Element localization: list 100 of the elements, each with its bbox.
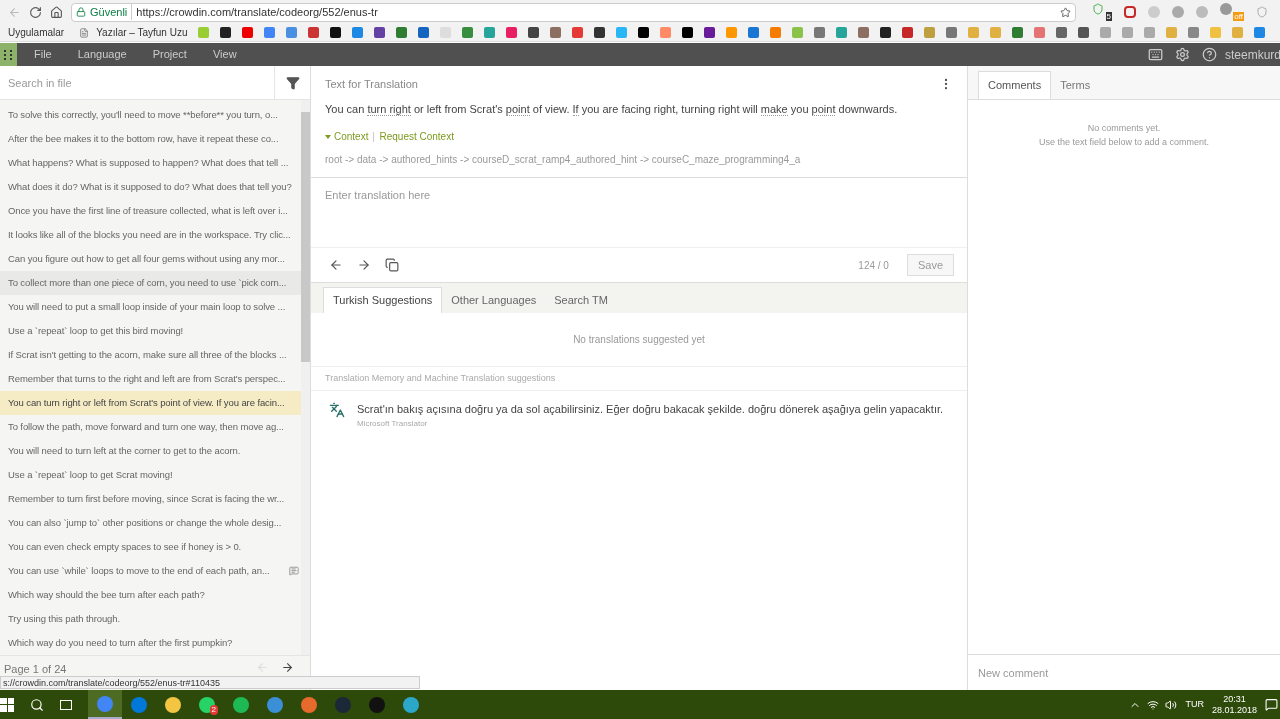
string-text: You will need to turn left at the corner to get to the acorn. <box>8 443 242 458</box>
date-text: 28.01.2018 <box>1211 704 1257 716</box>
string-list-item[interactable]: It looks like all of the blocks you need are in the workspace. Try clic... <box>0 223 301 247</box>
suggestion-row[interactable]: Scrat'ın bakış açısına doğru ya da sol açabilirsiniz. Eğer doğru bakacak şekilde. doğru dönerek aşağıya gelin yapacaktır. Microsoft Translator <box>311 391 967 430</box>
string-list-item[interactable]: After the bee makes it to the bottom row, have it repeat these co... <box>0 127 301 151</box>
page-icon <box>79 27 90 38</box>
bookmark-icon[interactable] <box>704 27 716 38</box>
copy-source-icon[interactable] <box>385 258 399 272</box>
string-list-item[interactable]: Try using this path through. <box>0 607 301 631</box>
bookmark-icon[interactable] <box>374 27 386 38</box>
string-list-item[interactable]: What does it do? What is it supposed to do? What does that tell you? <box>0 175 301 199</box>
scrollbar[interactable] <box>301 100 310 655</box>
language-indicator[interactable]: TUR <box>1185 697 1204 712</box>
string-list-item[interactable]: You can turn right or left from Scrat's point of view. If you are facin... <box>0 391 301 415</box>
keyboard-icon[interactable] <box>1148 47 1163 62</box>
string-list-item[interactable]: What happens? What is supposed to happen? What does that tell ... <box>0 151 301 175</box>
string-list-item[interactable]: Remember to turn first before moving, since Scrat is facing the wr... <box>0 487 301 511</box>
string-text: What happens? What is supposed to happen? What does that tell ... <box>8 155 290 170</box>
translation-field[interactable]: Enter translation here <box>311 178 967 248</box>
menu-item[interactable]: View <box>203 46 246 63</box>
help-icon[interactable] <box>1202 47 1217 62</box>
string-list-item[interactable]: You will need to turn left at the corner to get to the acorn. <box>0 439 301 463</box>
reload-icon[interactable] <box>29 5 42 19</box>
string-list-item[interactable]: You can even check empty spaces to see if honey is > 0. <box>0 535 301 559</box>
username[interactable]: steemkurd <box>1225 45 1280 64</box>
taskbar-app-icon[interactable] <box>403 696 419 713</box>
request-context-link[interactable]: Request Context <box>379 129 454 144</box>
suggestion-tab[interactable]: Turkish Suggestions <box>323 287 443 313</box>
settings-icon[interactable] <box>1175 47 1190 62</box>
bookmark-icon[interactable] <box>1078 27 1090 38</box>
comments-tab[interactable]: Comments <box>978 71 1052 99</box>
extension-icon[interactable] <box>1172 6 1184 18</box>
bookmark-icon[interactable] <box>682 27 694 38</box>
string-text: To collect more than one piece of corn, you need to use `pick corn... <box>8 275 288 290</box>
section-heading: Translation Memory and Machine Translation suggestions <box>325 371 556 385</box>
filter-icon[interactable] <box>285 75 300 90</box>
task-view-icon[interactable] <box>60 699 72 710</box>
string-text: Which way do you need to turn after the first pumpkin? <box>8 635 234 650</box>
string-text: Which way should the bee turn after each path? <box>8 587 206 602</box>
shield-icon[interactable] <box>1092 3 1104 15</box>
string-list-item[interactable]: You can use `while` loops to move to the end of each path, an... <box>0 559 301 583</box>
bookmark-icon[interactable] <box>528 27 540 38</box>
menu-item[interactable]: Project <box>143 46 196 63</box>
bookmark-icon[interactable] <box>638 27 650 38</box>
string-list-item[interactable]: Use a `repeat` loop to get this bird moving! <box>0 319 301 343</box>
menu-item[interactable]: File <box>25 46 61 63</box>
string-list-item[interactable]: You will need to put a small loop inside of your main loop to solve ... <box>0 295 301 319</box>
string-text: You can turn right or left from Scrat's point of view. If you are facin... <box>8 395 286 410</box>
string-list-item[interactable]: Which way do you need to turn after the first pumpkin? <box>0 631 301 655</box>
comments-tab[interactable]: Terms <box>1051 71 1100 99</box>
panel-title: Text for Translation <box>325 77 418 92</box>
address-field[interactable]: Güvenli https://crowdin.com/translate/codeorg/552/enus-tr <box>71 2 1076 22</box>
suggestion-tab[interactable]: Search TM <box>545 287 617 313</box>
bookmark-link[interactable]: Uygulamalar <box>8 25 65 40</box>
extension-badge: 5 <box>1105 12 1112 21</box>
extension-icon[interactable] <box>1124 6 1136 18</box>
volume-icon[interactable] <box>1165 698 1178 711</box>
previous-string-icon[interactable] <box>329 258 343 272</box>
start-icon[interactable] <box>0 697 14 712</box>
menu-item[interactable]: Language <box>68 46 136 63</box>
bookmark-icon[interactable] <box>220 27 232 38</box>
string-text: Can you figure out how to get all four gems without using any mor... <box>8 251 286 266</box>
string-list-item[interactable]: Once you have the first line of treasure collected, what is left over i... <box>0 199 301 223</box>
string-list-item[interactable]: Which way should the bee turn after each path? <box>0 583 301 607</box>
extension-icon[interactable] <box>1220 3 1232 15</box>
string-text: Once you have the first line of treasure collected, what is left over i... <box>8 203 289 218</box>
wifi-icon[interactable] <box>1147 698 1160 711</box>
string-text: You can even check empty spaces to see if honey is > 0. <box>8 539 243 554</box>
home-icon[interactable] <box>50 5 63 19</box>
context-toggle[interactable]: Context <box>325 129 369 144</box>
notifications-icon[interactable] <box>1265 698 1278 711</box>
taskbar-app-icon[interactable] <box>267 696 283 713</box>
caret-icon <box>325 134 331 139</box>
search-icon[interactable] <box>30 697 44 712</box>
apps-grid-icon[interactable] <box>0 43 17 66</box>
taskbar-app-icon[interactable] <box>301 696 317 713</box>
clock[interactable]: 20:31 28.01.2018 <box>1211 693 1257 716</box>
suggestion-tab[interactable]: Other Languages <box>442 287 546 313</box>
next-string-icon[interactable] <box>357 258 371 272</box>
bookmark-icon[interactable] <box>880 27 892 38</box>
character-counter: 124 / 0 <box>858 258 889 273</box>
string-list-item[interactable]: You can also `jump to` other positions or change the whole desig... <box>0 511 301 535</box>
string-text: Use a `repeat` loop to get this bird moving! <box>8 323 185 338</box>
taskbar-app-icon[interactable] <box>165 696 181 713</box>
taskbar-app-icon[interactable] <box>233 696 249 713</box>
string-text: Remember to turn first before moving, since Scrat is facing the wr... <box>8 491 286 506</box>
string-list-item[interactable]: If Scrat isn't getting to the acorn, make sure all three of the blocks ... <box>0 343 301 367</box>
bookmark-icon[interactable] <box>330 27 342 38</box>
string-list-item[interactable]: To solve this correctly, you'll need to move **before** you turn, o... <box>0 103 301 127</box>
search-field[interactable]: Search in file <box>0 66 274 99</box>
bookmark-icon[interactable] <box>594 27 606 38</box>
string-list-item[interactable]: To collect more than one piece of corn, you need to use `pick corn... <box>0 271 301 295</box>
string-list-item[interactable]: Remember that turns to the right and left are from Scrat's perspec... <box>0 367 301 391</box>
next-page-icon[interactable] <box>281 661 294 674</box>
taskbar-app-icon[interactable] <box>199 696 215 713</box>
string-list-item[interactable]: To follow the path, move forward and turn one way, then move ag... <box>0 415 301 439</box>
string-list-item[interactable]: Can you figure out how to get all four gems without using any mor... <box>0 247 301 271</box>
bookmark-star-icon[interactable] <box>1060 6 1071 18</box>
string-list-item[interactable]: Use a `repeat` loop to get Scrat moving! <box>0 463 301 487</box>
bookmark-link[interactable]: Yazılar – Tayfun Uzu <box>96 25 188 40</box>
